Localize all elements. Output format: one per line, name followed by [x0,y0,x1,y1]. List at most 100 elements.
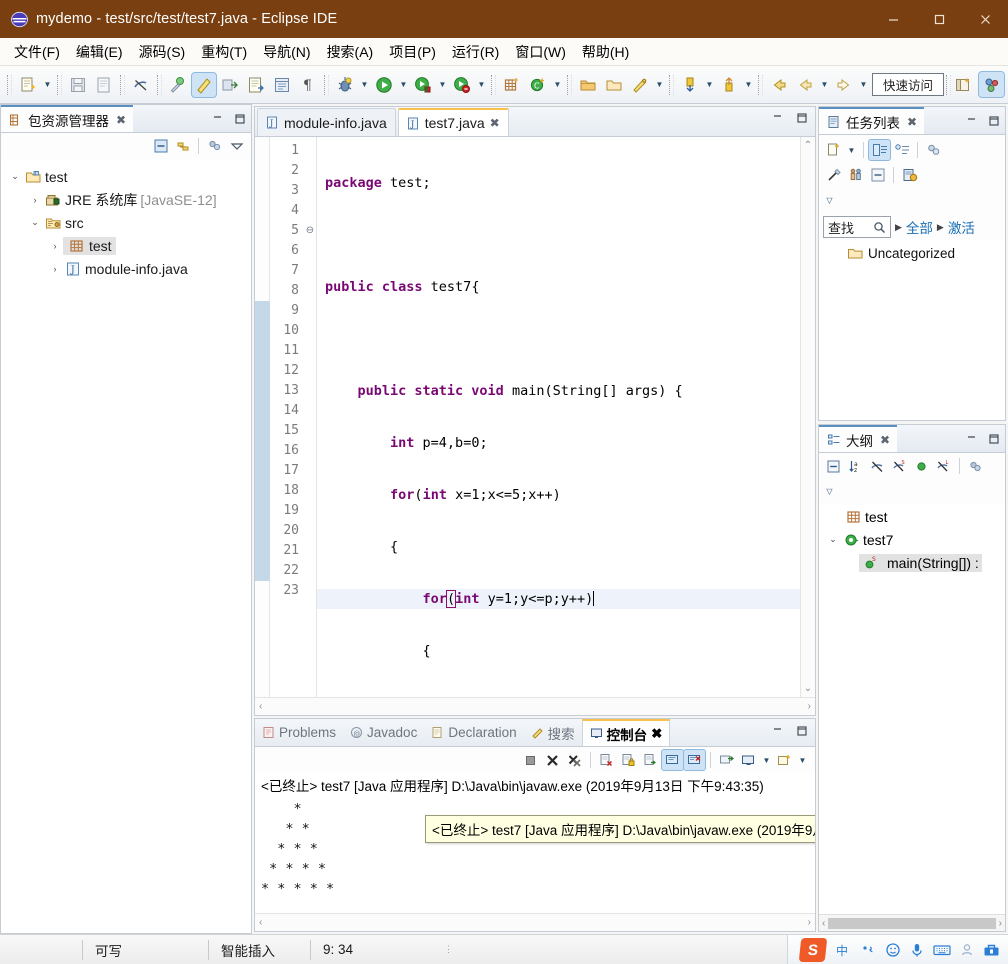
editor-horizontal-scrollbar[interactable]: ‹ › [255,697,815,715]
menu-window[interactable]: 窗口(W) [507,39,574,65]
close-icon[interactable]: ✖ [880,433,890,447]
new-task-dropdown-icon[interactable]: ▼ [845,138,858,162]
menu-help[interactable]: 帮助(H) [574,39,637,65]
maximize-icon[interactable] [987,432,1001,446]
external-tools-icon[interactable] [450,73,474,97]
back-dropdown-icon[interactable]: ▼ [818,73,831,97]
filter-active-link[interactable]: 激活 [948,217,975,237]
minimize-icon[interactable] [965,432,979,446]
tree-node-src[interactable]: ⌄ src [1,211,251,234]
tab-module-info-java[interactable]: J module-info.java [257,108,396,136]
task-find-input[interactable]: 查找 [823,216,891,238]
chevron-down-icon[interactable]: ⌄ [825,534,841,545]
sogou-logo-icon[interactable]: S [798,937,828,962]
menu-refactor[interactable]: 重构(T) [193,39,255,65]
collapse-all-icon[interactable] [867,165,888,185]
toolbar-grip-2[interactable] [57,74,62,95]
scroll-lock-icon[interactable] [618,750,639,770]
outline-row-test7-class[interactable]: ⌄ test7 [819,528,1005,551]
view-menu-icon[interactable]: ▼ [796,748,809,772]
close-icon[interactable]: ✖ [651,726,662,742]
scroll-right-icon[interactable]: › [999,918,1002,929]
minimize-icon[interactable] [771,111,785,125]
toolbar-grip-3[interactable] [120,74,125,95]
tree-node-jre-library[interactable]: › JRE 系统库 [JavaSE-12] [1,188,251,211]
status-resize-handle[interactable]: ⋮ [444,944,453,955]
tab-task-list[interactable]: 任务列表 ✖ [819,107,925,134]
close-icon[interactable]: ✖ [490,116,500,130]
punctuation-icon[interactable] [861,942,876,958]
code-text[interactable]: package test; public class test7{ public… [317,137,800,697]
search-ref-icon[interactable] [628,73,652,97]
voice-icon[interactable] [910,942,924,958]
run-dropdown-icon[interactable]: ▼ [397,73,410,97]
toolbar-grip-4[interactable] [157,74,162,95]
toolbar-grip-7[interactable] [567,74,572,95]
close-icon[interactable]: ✖ [907,115,917,129]
view-menu-icon[interactable] [226,136,247,156]
word-wrap-icon[interactable] [640,750,661,770]
editor-marker-bar[interactable] [255,137,270,697]
maximize-icon[interactable] [795,111,809,125]
prev-annotation-icon[interactable] [717,73,741,97]
hide-local-types-icon[interactable]: L [933,456,954,476]
new-dropdown-icon[interactable]: ▼ [41,73,54,97]
scroll-right-icon[interactable]: › [808,701,811,712]
hide-static-icon[interactable]: S [889,456,910,476]
categorized-presentation-icon[interactable] [868,139,891,161]
menu-project[interactable]: 项目(P) [381,39,444,65]
back2-icon[interactable] [793,73,817,97]
search-icon[interactable] [873,221,886,234]
scrollbar-thumb[interactable] [828,917,996,929]
tab-package-explorer[interactable]: 包资源管理器 ✖ [1,105,134,132]
new-class-icon[interactable]: C [526,73,550,97]
search-ref-dropdown-icon[interactable]: ▼ [653,73,666,97]
toolbar-grip-6[interactable] [491,74,496,95]
close-icon[interactable]: ✖ [116,113,126,127]
open-task-icon[interactable] [576,73,600,97]
debug-dropdown-icon[interactable]: ▼ [358,73,371,97]
clear-console-icon[interactable] [596,750,617,770]
pin-console-icon[interactable] [661,749,684,771]
maximize-button[interactable] [916,0,962,38]
open-console-dropdown-icon[interactable] [738,750,759,770]
restore-tasks-icon[interactable] [899,165,920,185]
toolbar-grip-5[interactable] [324,74,329,95]
tree-node-module-info[interactable]: › J module-info.java [1,257,251,280]
scroll-up-icon[interactable]: ⌃ [804,140,812,151]
menu-navigate[interactable]: 导航(N) [255,39,318,65]
display-selected-console-icon[interactable] [683,749,706,771]
coverage-icon[interactable] [411,73,435,97]
new-console-view-icon[interactable] [774,750,795,770]
toggle-markoccurrences-icon[interactable] [191,71,217,98]
prev-annotation-dropdown-icon[interactable]: ▼ [742,73,755,97]
terminate-icon[interactable] [520,750,541,770]
view-menu-filter-icon[interactable] [965,456,986,476]
minimize-icon[interactable] [965,114,979,128]
new-class-dropdown-icon[interactable]: ▼ [551,73,564,97]
external-tools-dropdown-icon[interactable]: ▼ [475,73,488,97]
new-task-icon[interactable] [823,140,844,160]
next-annotation-icon[interactable] [678,73,702,97]
view-menu-filter-icon[interactable] [204,136,225,156]
print-icon[interactable] [92,73,116,97]
annotation-icon[interactable] [166,73,190,97]
next-annotation-dropdown-icon[interactable]: ▼ [703,73,716,97]
forward-icon[interactable] [832,73,856,97]
export-icon[interactable] [218,73,242,97]
new-wizard-icon[interactable] [16,73,40,97]
collapse-all-icon[interactable] [150,136,171,156]
chevron-right-icon[interactable]: › [47,241,63,251]
new-java-package-icon[interactable] [500,73,524,97]
emoji-icon[interactable] [885,942,901,958]
scroll-right-icon[interactable]: › [808,917,811,928]
open-perspective-icon[interactable] [950,72,975,97]
view-menu-icon[interactable]: ▽ [823,188,836,212]
link-with-editor-icon[interactable] [172,136,193,156]
tab-problems[interactable]: Problems [255,719,343,746]
console-output-area[interactable]: <已终止> test7 [Java 应用程序] D:\Java\bin\java… [255,773,815,913]
maximize-icon[interactable] [795,724,809,738]
keyboard-icon[interactable] [933,942,951,958]
chevron-down-icon[interactable]: ⌄ [27,217,43,228]
coverage-dropdown-icon[interactable]: ▼ [436,73,449,97]
